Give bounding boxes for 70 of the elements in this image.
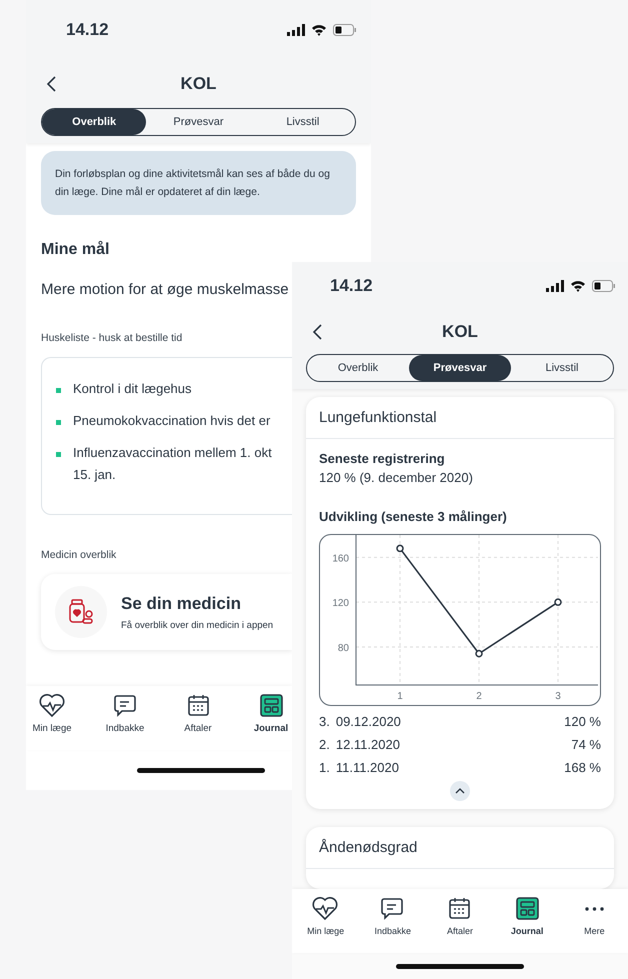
measurement-date: 09.12.2020 <box>336 714 401 729</box>
section-label: Huskeliste - husk at bestille tid <box>41 332 182 344</box>
card-text: Få overblik over din medicin i appen <box>121 620 274 630</box>
measurement-number: 2. <box>319 737 330 752</box>
nav-tab[interactable]: Indbakke <box>104 692 146 734</box>
field-value: 120 % (9. december 2020) <box>319 470 474 485</box>
nav-tab[interactable]: Journal <box>250 692 292 734</box>
heart-icon <box>312 895 340 922</box>
grid-icon <box>258 692 284 719</box>
screen-title: KOL <box>441 322 479 342</box>
nav-tab[interactable]: Min læge <box>292 895 360 936</box>
card-title: Lungefunktionstal <box>306 397 614 439</box>
section-heading: Mine mål <box>41 241 110 259</box>
card-title: Se din medicin <box>121 594 242 614</box>
section-label: Medicin overblik <box>41 549 116 561</box>
nav-tab[interactable]: Aftaler <box>177 692 219 734</box>
measurement-number: 1. <box>319 760 330 775</box>
battery-icon <box>592 280 616 292</box>
signal-icon <box>287 24 305 36</box>
axis-label: 3 <box>555 691 561 702</box>
nav-tab[interactable]: Mere <box>560 895 628 936</box>
measurement-date: 11.11.2020 <box>336 760 399 775</box>
tab[interactable]: Overblik <box>307 355 409 381</box>
bullet-icon <box>56 420 61 425</box>
nav-tab[interactable]: Aftaler <box>426 895 494 936</box>
checklist-item: Kontrol i dit lægehus <box>73 380 192 398</box>
screen-title: KOL <box>180 74 218 94</box>
bullet-icon <box>56 452 61 457</box>
data-point <box>554 598 562 606</box>
tab[interactable]: Prøvesvar <box>146 109 251 135</box>
chat-icon <box>112 692 138 719</box>
data-point <box>396 544 404 552</box>
checklist-item: Influenzavaccination mellem 1. okt 15. jan. <box>73 444 272 484</box>
tab[interactable]: Livsstil <box>511 355 613 381</box>
status-time: 14.12 <box>66 20 109 40</box>
checklist-item: Pneumokokvaccination hvis det er <box>73 412 270 430</box>
measurement-number: 3. <box>319 714 330 729</box>
chevron-up-icon <box>455 788 465 794</box>
measurement-value: 74 % <box>571 737 601 752</box>
axis-label: 160 <box>332 553 349 564</box>
wifi-icon <box>570 280 586 292</box>
battery-icon <box>333 24 357 36</box>
nav-tab[interactable]: Journal <box>494 895 561 936</box>
medicine-card[interactable]: Se din medicin Få overblik over din medicin i appen <box>41 574 292 650</box>
tab[interactable]: Livsstil <box>250 109 355 135</box>
nav-tab[interactable]: Min læge <box>31 692 73 734</box>
more-icon <box>584 906 604 910</box>
axis-label: 1 <box>397 691 403 702</box>
data-point <box>475 650 483 658</box>
tab[interactable]: Overblik <box>42 109 146 135</box>
nav-tab[interactable]: Indbakke <box>359 895 426 936</box>
heart-icon <box>38 692 66 719</box>
measurement-date: 12.11.2020 <box>336 737 400 752</box>
info-banner: Din forløbsplan og dine aktivitetsmål kan ses af både du og din læge. Dine mål er opdateret af din læge. <box>41 151 356 215</box>
axis-label: 80 <box>338 642 349 654</box>
status-time: 14.12 <box>330 276 373 296</box>
chart-title: Udvikling (seneste 3 målinger) <box>319 509 508 524</box>
axis-label: 2 <box>476 691 482 702</box>
bullet-icon <box>56 388 61 393</box>
field-label: Seneste registrering <box>319 451 446 466</box>
grid-icon <box>514 895 541 922</box>
card-title: Åndenødsgrad <box>306 827 614 869</box>
collapse-button[interactable] <box>450 781 470 801</box>
axis-label: 120 <box>332 598 349 610</box>
wifi-icon <box>311 24 327 36</box>
tab[interactable]: Prøvesvar <box>409 355 511 381</box>
signal-icon <box>546 280 564 292</box>
goal-text: Mere motion for at øge muskelmasse <box>41 281 289 298</box>
measurement-value: 168 % <box>564 760 601 775</box>
measurement-value: 120 % <box>564 714 601 729</box>
